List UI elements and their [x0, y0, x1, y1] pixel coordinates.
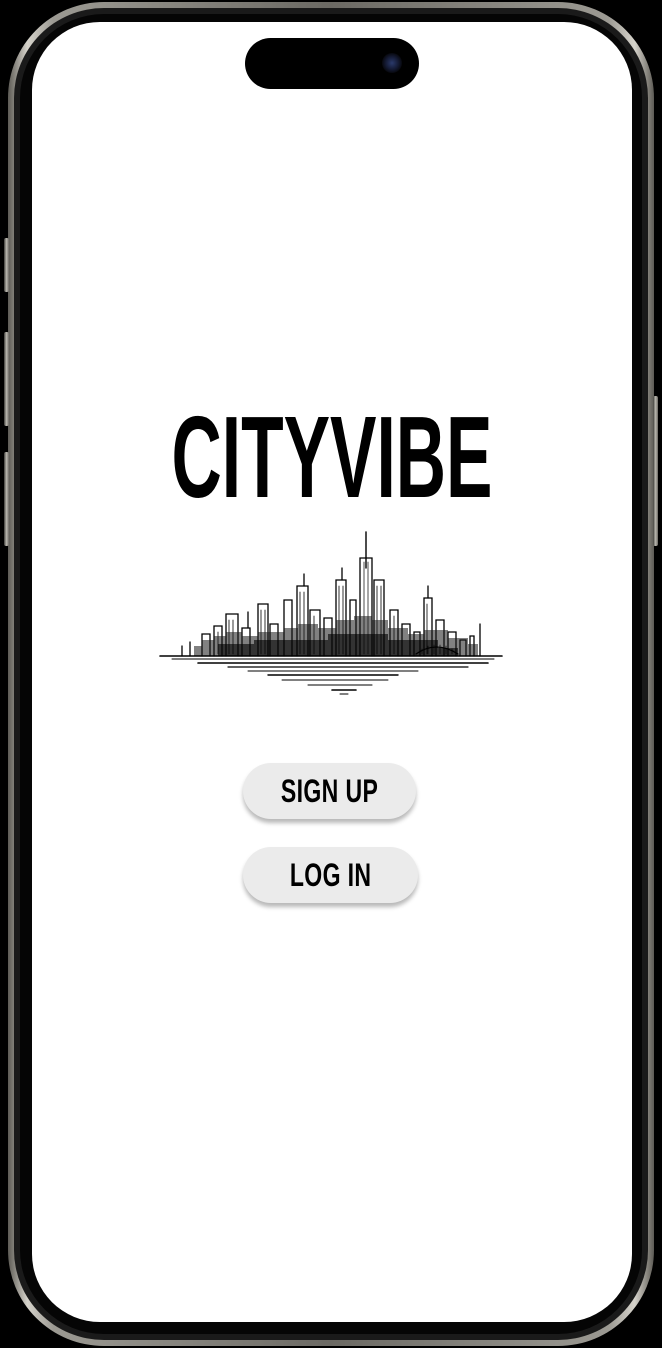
- log-in-label: LOG IN: [289, 856, 372, 893]
- app-screen: CITYVIBE SIGN UP LOG IN: [32, 22, 632, 1322]
- city-skyline-icon: [159, 531, 503, 695]
- volume-up-button: [4, 332, 9, 426]
- front-camera-icon: [382, 53, 402, 73]
- power-button: [653, 396, 658, 546]
- app-title: CITYVIBE: [171, 392, 493, 522]
- volume-down-button: [4, 452, 9, 546]
- log-in-button[interactable]: LOG IN: [243, 847, 418, 903]
- sign-up-label: SIGN UP: [280, 772, 379, 809]
- sign-up-button[interactable]: SIGN UP: [243, 763, 416, 819]
- phone-device: CITYVIBE SIGN UP LOG IN: [0, 0, 662, 1348]
- dynamic-island: [245, 38, 419, 89]
- action-button: [4, 238, 9, 292]
